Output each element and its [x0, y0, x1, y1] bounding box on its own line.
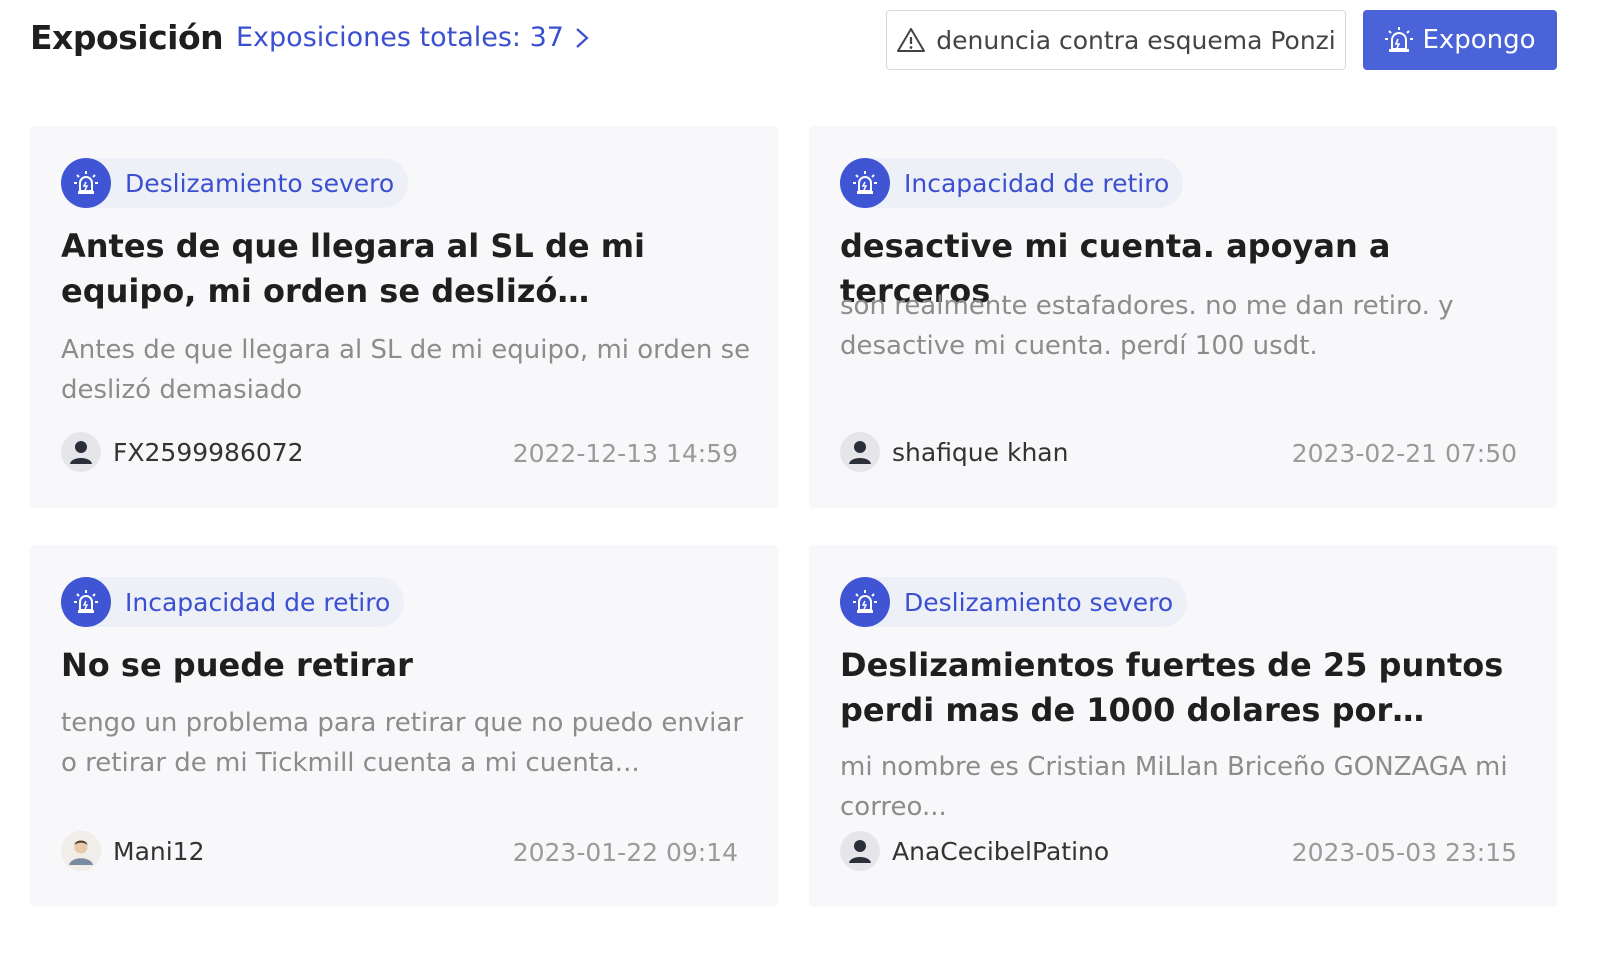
warning-triangle-icon [897, 28, 926, 52]
author: AnaCecibelPatino [840, 831, 1109, 871]
user-silhouette-icon [840, 432, 880, 472]
category-tag-label: Deslizamiento severo [904, 587, 1174, 617]
expose-button[interactable]: Expongo [1363, 10, 1557, 70]
exposure-card[interactable]: Incapacidad de retiro desactive mi cuent… [809, 126, 1557, 508]
page-title: Exposición [30, 18, 224, 57]
total-exposures-link[interactable]: Exposiciones totales: 37 [236, 18, 592, 58]
alarm-siren-icon [61, 577, 111, 627]
post-date: 2022-12-13 14:59 [512, 439, 738, 468]
alarm-siren-icon [61, 158, 111, 208]
user-photo-icon [61, 831, 101, 871]
author-name: AnaCecibelPatino [892, 836, 1110, 866]
card-title: Antes de que llegara al SL de mi equipo,… [61, 227, 646, 310]
category-tag-label: Incapacidad de retiro [904, 168, 1170, 198]
alarm-siren-icon [1385, 27, 1414, 52]
user-silhouette-icon [61, 432, 101, 472]
card-title: Deslizamientos fuertes de 25 puntos perd… [840, 646, 1504, 729]
report-ponzi-button[interactable]: denuncia contra esquema Ponzi [886, 10, 1346, 70]
expose-label: Expongo [1422, 25, 1536, 55]
card-description: mi nombre es Cristian MiLlan Briceño GON… [840, 752, 1508, 822]
total-exposures-label: Exposiciones totales: 37 [236, 22, 564, 53]
category-tag: Incapacidad de retiro [61, 577, 405, 627]
category-tag: Incapacidad de retiro [840, 158, 1184, 208]
author-name: Mani12 [113, 836, 205, 866]
category-tag: Deslizamiento severo [840, 577, 1188, 627]
category-tag: Deslizamiento severo [61, 158, 409, 208]
page-header: Exposición Exposiciones totales: 37 denu… [0, 0, 1622, 84]
alarm-siren-icon [840, 577, 890, 627]
card-title: No se puede retirar [61, 646, 413, 684]
card-description: tengo un problema para retirar que no pu… [61, 708, 744, 778]
author-name: shafique khan [892, 437, 1069, 467]
exposure-card[interactable]: Deslizamiento severo Deslizamientos fuer… [809, 545, 1557, 907]
alarm-siren-icon [840, 158, 890, 208]
card-description: Antes de que llegara al SL de mi equipo,… [61, 335, 751, 405]
author-name: FX2599986072 [113, 437, 304, 467]
report-ponzi-label: denuncia contra esquema Ponzi [936, 25, 1336, 55]
post-date: 2023-02-21 07:50 [1291, 439, 1517, 468]
user-silhouette-icon [840, 831, 880, 871]
card-description: son realmente estafadores. no me dan ret… [840, 291, 1454, 361]
chevron-right-icon [576, 28, 589, 48]
category-tag-label: Incapacidad de retiro [125, 587, 391, 617]
exposure-card[interactable]: Deslizamiento severo Antes de que llegar… [30, 126, 778, 508]
author: shafique khan [840, 432, 1068, 472]
author: FX2599986072 [61, 432, 304, 472]
exposure-card[interactable]: Incapacidad de retiro No se puede retira… [30, 545, 778, 907]
category-tag-label: Deslizamiento severo [125, 168, 395, 198]
post-date: 2023-05-03 23:15 [1291, 838, 1517, 867]
author: Mani12 [61, 831, 205, 871]
post-date: 2023-01-22 09:14 [512, 838, 738, 867]
